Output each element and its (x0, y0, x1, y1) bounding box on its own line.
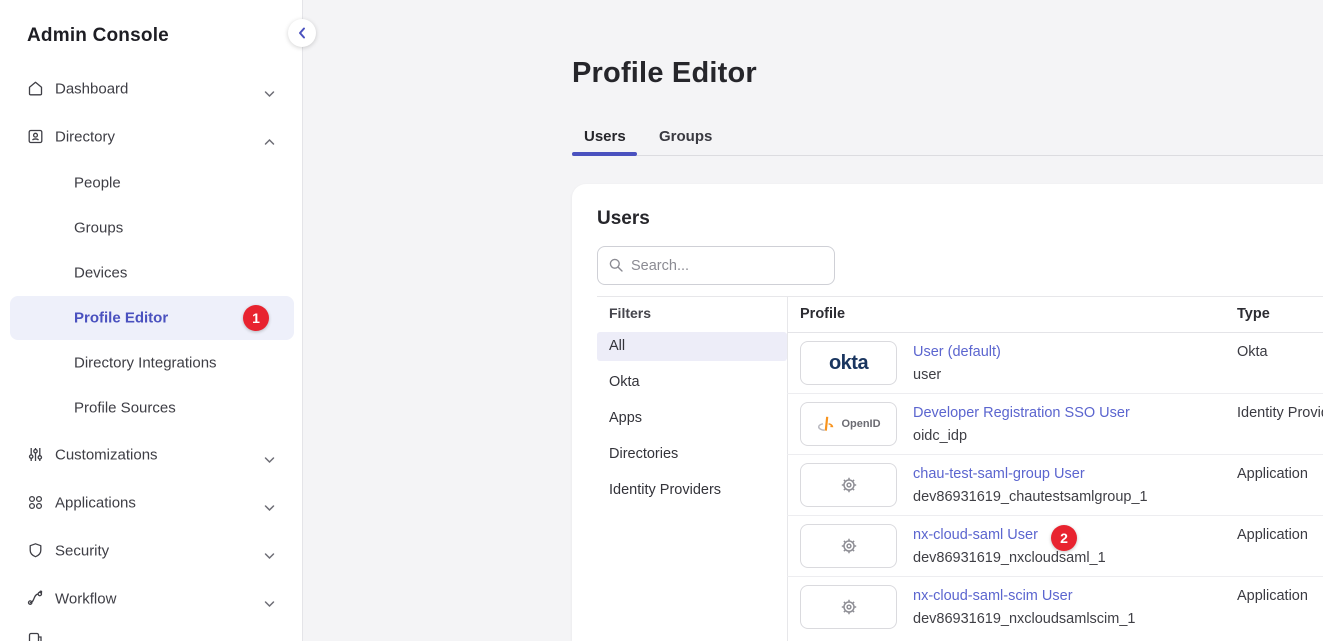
profile-link[interactable]: nx-cloud-saml-scim User (913, 588, 1073, 604)
chevron-left-icon (298, 27, 306, 39)
table-row[interactable]: okta User (default) user Okta (787, 333, 1323, 394)
shield-icon (27, 542, 44, 559)
chevron-up-icon (264, 133, 275, 141)
gear-icon (839, 536, 859, 556)
column-header-profile: Profile (800, 296, 845, 333)
sidebar-item-customizations[interactable]: Customizations (0, 441, 303, 469)
openid-icon (816, 415, 836, 433)
okta-logo: okta (800, 341, 897, 385)
column-header-type: Type (1237, 296, 1270, 333)
profile-type: Okta (1237, 344, 1268, 360)
tab-groups[interactable]: Groups (659, 128, 712, 145)
sidebar-item-label: Directory (55, 129, 115, 146)
sidebar-item-workflow[interactable]: Workflow (0, 585, 303, 613)
table-header: Profile Type (787, 296, 1323, 333)
admin-console-screen: Admin Console Dashboard Directory People (0, 0, 1323, 641)
workflow-icon (27, 590, 44, 607)
chevron-down-icon (264, 85, 275, 93)
profile-link[interactable]: User (default) (913, 344, 1001, 360)
sidebar-item-profile-sources[interactable]: Profile Sources (0, 394, 303, 422)
profile-type: Application (1237, 588, 1308, 604)
profile-type: Application (1237, 466, 1308, 482)
active-tab-indicator (572, 152, 637, 156)
app-logo-box (800, 463, 897, 507)
filter-apps[interactable]: Apps (597, 404, 787, 433)
profile-id: dev86931619_chautestsamlgroup_1 (913, 489, 1148, 505)
profiles-table: Profile Type okta User (default) user Ok… (787, 296, 1323, 641)
profile-id: user (913, 367, 941, 383)
sidebar-item-applications[interactable]: Applications (0, 489, 303, 517)
profile-link[interactable]: Developer Registration SSO User (913, 405, 1130, 421)
sidebar-item-profile-editor[interactable]: Profile Editor 1 (10, 296, 294, 340)
chevron-down-icon (264, 547, 275, 555)
table-row[interactable]: nx-cloud-saml User 2 dev86931619_nxcloud… (787, 516, 1323, 577)
panel-heading: Users (597, 208, 650, 230)
sidebar-item-dashboard[interactable]: Dashboard (0, 75, 303, 103)
chevron-down-icon (264, 595, 275, 603)
tabs-divider (572, 155, 1323, 156)
profile-type: Application (1237, 527, 1308, 543)
chevron-down-icon (264, 451, 275, 459)
chevron-down-icon (264, 499, 275, 507)
openid-logo: OpenID (800, 402, 897, 446)
users-panel: Users Filters All Okta Apps Directories … (572, 184, 1323, 641)
sidebar-item-people[interactable]: People (0, 169, 303, 197)
sliders-icon (27, 446, 44, 463)
filter-identity-providers[interactable]: Identity Providers (597, 476, 787, 505)
filter-okta[interactable]: Okta (597, 368, 787, 397)
filters-panel: Filters All Okta Apps Directories Identi… (597, 296, 787, 641)
filters-label: Filters (609, 305, 651, 321)
sidebar-item-label: Customizations (55, 447, 158, 464)
apps-grid-icon (27, 494, 44, 511)
app-logo-box (800, 585, 897, 629)
directory-icon (27, 128, 44, 145)
annotation-badge-1: 1 (243, 305, 269, 331)
sidebar-item-groups[interactable]: Groups (0, 214, 303, 242)
sidebar-collapse-button[interactable] (288, 19, 316, 47)
sidebar-item-directory[interactable]: Directory (0, 123, 303, 151)
sidebar-item-label: Workflow (55, 591, 116, 608)
profile-link[interactable]: nx-cloud-saml User (913, 527, 1038, 543)
profile-id: dev86931619_nxcloudsamlscim_1 (913, 611, 1135, 627)
sidebar-item-label: Applications (55, 495, 136, 512)
filter-directories[interactable]: Directories (597, 440, 787, 469)
page-title: Profile Editor (572, 57, 757, 90)
search-input[interactable] (597, 246, 835, 285)
profile-link[interactable]: chau-test-saml-group User (913, 466, 1085, 482)
clipped-nav-icon (27, 631, 43, 641)
profile-id: oidc_idp (913, 428, 967, 444)
sidebar-item-label: Security (55, 543, 109, 560)
app-title: Admin Console (27, 25, 169, 47)
profile-id: dev86931619_nxcloudsaml_1 (913, 550, 1106, 566)
sidebar: Admin Console Dashboard Directory People (0, 0, 303, 641)
profile-type: Identity Provider (1237, 405, 1323, 421)
sidebar-item-devices[interactable]: Devices (0, 259, 303, 287)
table-row[interactable]: chau-test-saml-group User dev86931619_ch… (787, 455, 1323, 516)
annotation-badge-2: 2 (1051, 525, 1077, 551)
home-icon (27, 80, 44, 97)
sidebar-item-directory-integrations[interactable]: Directory Integrations (0, 349, 303, 377)
sidebar-item-label: Dashboard (55, 81, 128, 98)
app-logo-box (800, 524, 897, 568)
search-box (597, 246, 835, 285)
gear-icon (839, 475, 859, 495)
sidebar-item-security[interactable]: Security (0, 537, 303, 565)
tab-users[interactable]: Users (584, 128, 626, 145)
table-row[interactable]: OpenID Developer Registration SSO User o… (787, 394, 1323, 455)
table-row[interactable]: nx-cloud-saml-scim User dev86931619_nxcl… (787, 577, 1323, 638)
gear-icon (839, 597, 859, 617)
filter-all[interactable]: All (597, 332, 787, 361)
